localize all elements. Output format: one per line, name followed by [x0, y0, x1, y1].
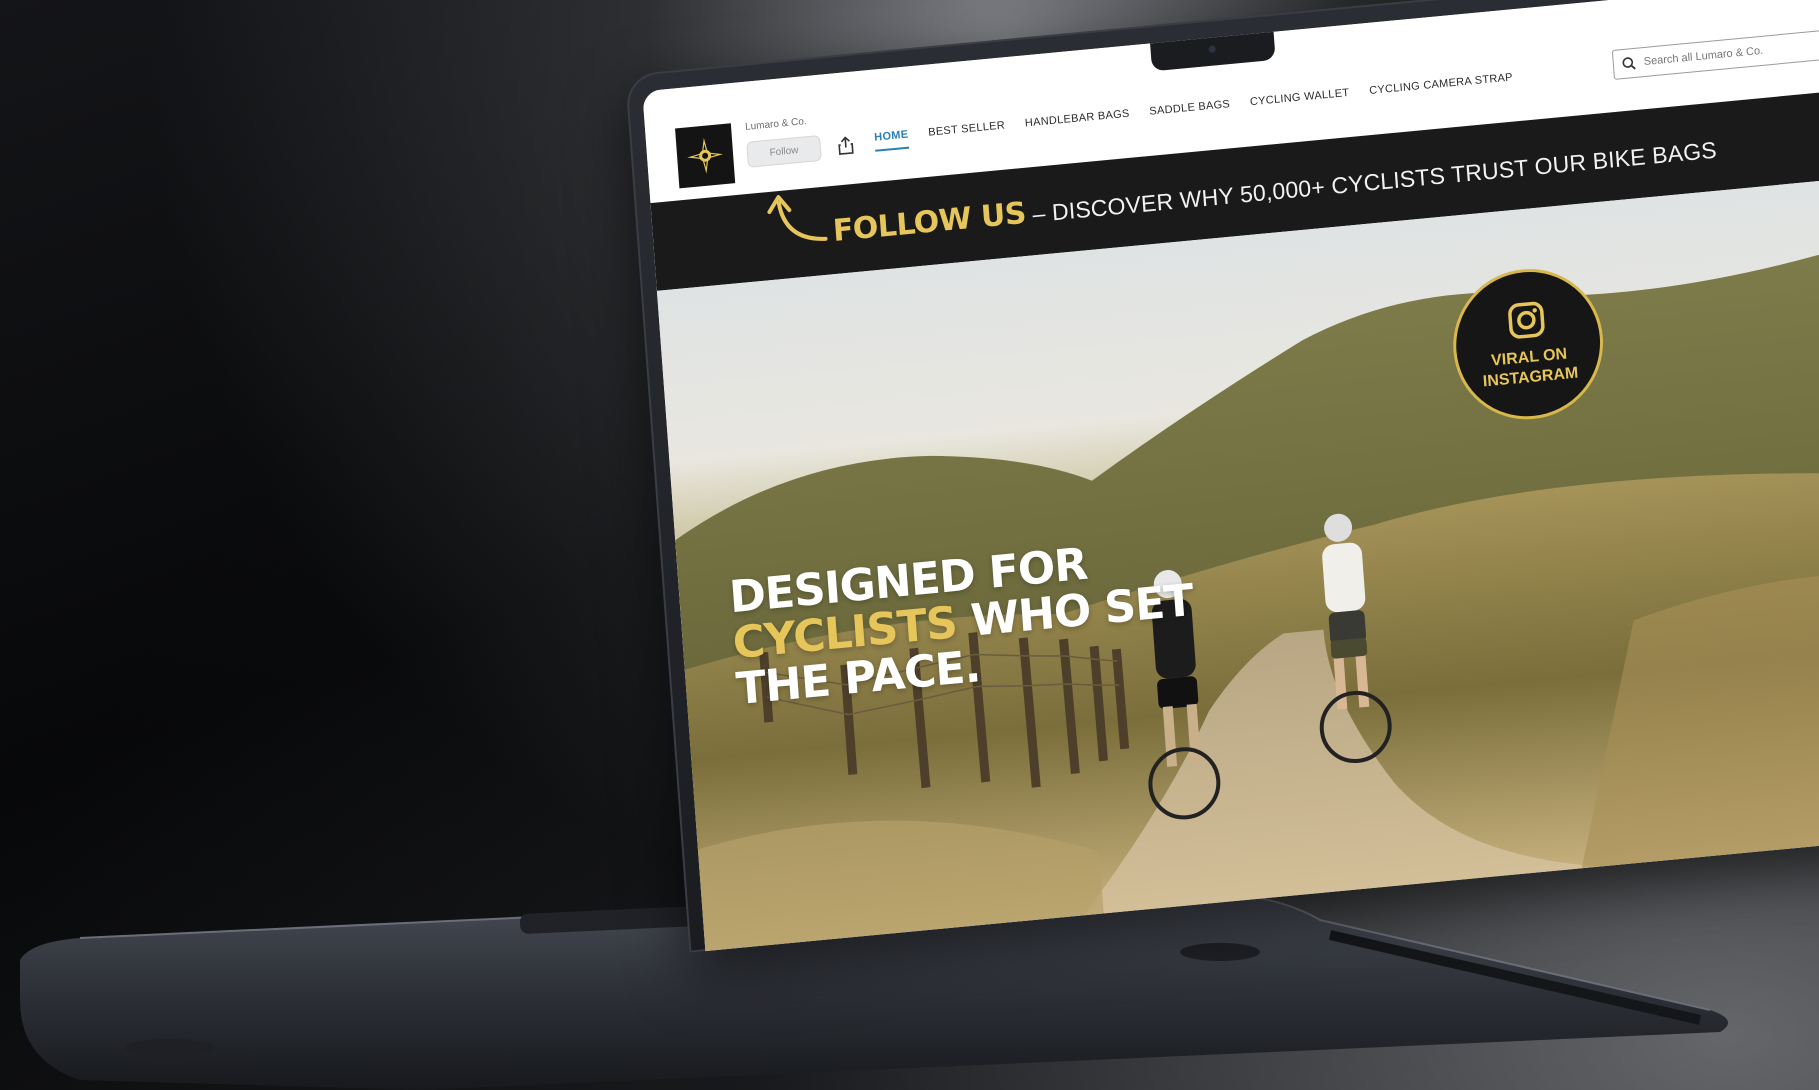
nav-item-best-seller[interactable]: BEST SELLER [928, 119, 1006, 144]
nav-item-cycling-camera-strap[interactable]: CYCLING CAMERA STRAP [1369, 71, 1514, 103]
laptop: Lumaro & Co. Follow HOME BEST SELLER HAN… [625, 0, 1819, 953]
follow-button[interactable]: Follow [746, 134, 822, 168]
mockup-stage: Lumaro & Co. Follow HOME BEST SELLER HAN… [0, 0, 1819, 1090]
search-input[interactable] [1641, 36, 1819, 70]
curved-arrow-icon [767, 195, 828, 241]
search-box[interactable] [1611, 27, 1819, 80]
nav-item-cycling-wallet[interactable]: CYCLING WALLET [1250, 87, 1351, 114]
brand-logo[interactable] [675, 123, 736, 189]
instagram-icon [1508, 301, 1545, 339]
hero-section: DESIGNED FOR CYCLISTS WHO SET THE PACE. … [656, 175, 1819, 952]
nav-item-saddle-bags[interactable]: SADDLE BAGS [1149, 98, 1231, 124]
search-icon [1622, 57, 1636, 70]
announcement-strong[interactable]: FOLLOW US [832, 196, 1027, 249]
compass-star-icon [687, 137, 724, 174]
share-icon[interactable] [834, 132, 858, 160]
nav-item-handlebar-bags[interactable]: HANDLEBAR BAGS [1024, 108, 1130, 136]
brand-name: Lumaro & Co. [744, 116, 808, 133]
nav-item-home[interactable]: HOME [873, 128, 910, 152]
browser-screen: Lumaro & Co. Follow HOME BEST SELLER HAN… [642, 0, 1819, 952]
badge-text: VIRAL ON INSTAGRAM [1482, 345, 1579, 391]
